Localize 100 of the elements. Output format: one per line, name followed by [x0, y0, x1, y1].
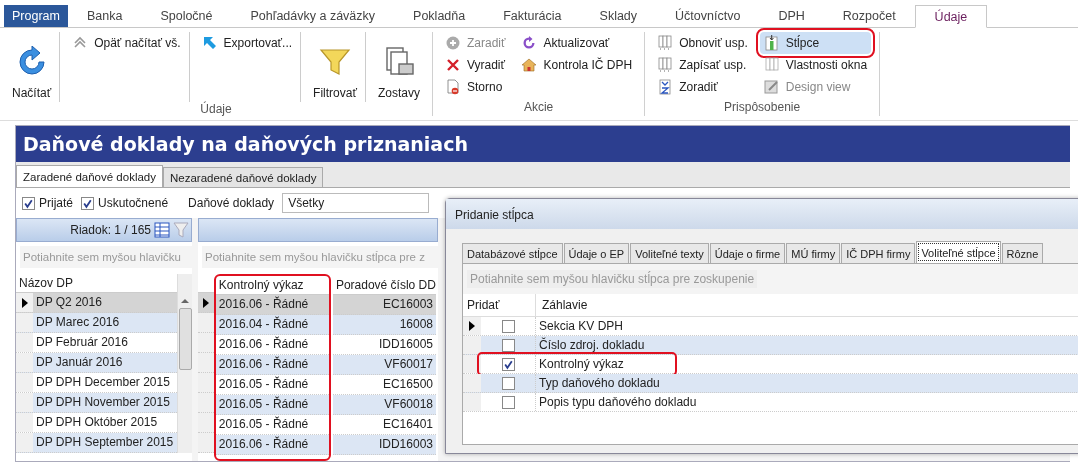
table-cell: 2016.05 - Řádné [215, 395, 329, 415]
table-cell-text: DP Február 2016 [35, 334, 128, 351]
scroll-up-icon[interactable] [181, 298, 189, 304]
tab[interactable]: Voliteľné texty [630, 243, 709, 263]
table-row[interactable]: DP Q2 2016 [16, 293, 177, 313]
group-panel: Potiahnite sem myšou hlavičku stĺpca pre z [202, 246, 438, 268]
columns-icon [657, 35, 674, 51]
ribbon-button[interactable]: Opäť načítať vš. [68, 32, 185, 54]
column-icon [763, 35, 780, 51]
table-cell-text: DP Q2 2016 [35, 294, 102, 311]
ribbon-tab[interactable]: Banka [67, 5, 142, 27]
columns-icon [657, 57, 674, 73]
table-cell-text: DP DPH September 2015 [35, 434, 174, 451]
checkbox-label: Uskutočnené [98, 196, 169, 210]
filter-icon[interactable] [173, 222, 189, 238]
document-icon [444, 79, 461, 95]
group-label: Prispôsobenie [723, 100, 802, 116]
tab[interactable]: Nezaradené daňové doklady [163, 167, 324, 187]
ribbon-button[interactable]: Načítať [8, 34, 56, 102]
checkbox[interactable] [22, 196, 35, 210]
tab[interactable]: Rôzne [1001, 243, 1044, 263]
checkbox[interactable] [501, 357, 515, 371]
tab[interactable]: Databázové stĺpce [462, 243, 563, 263]
ribbon-button[interactable]: Exportovať... [197, 32, 297, 54]
column-header[interactable]: Pridať [463, 294, 536, 316]
column-header[interactable]: Záhlavie [536, 294, 588, 316]
table-cell: 2016.06 - Řádné [215, 435, 329, 455]
table-cell: IDD16003 [332, 435, 436, 455]
table-cell-text: Typ daňového dokladu [538, 375, 660, 392]
window-title: Daňové doklady na daňových priznaniach [16, 126, 1070, 162]
row-indicator-icon [469, 321, 475, 331]
table-cell: 2016.06 - Řádné [215, 355, 329, 375]
table-cell-text: DP Marec 2016 [35, 314, 120, 331]
scrollbar[interactable] [177, 274, 192, 453]
tab[interactable]: IČ DPH firmy [841, 243, 916, 263]
table-cell-text: Kontrolný výkaz [538, 356, 624, 373]
checkbox[interactable] [501, 338, 515, 352]
field-label: Daňové doklady [188, 196, 275, 210]
ribbon-tab[interactable]: Pokladňa [394, 5, 485, 27]
group-panel: Potiahnite sem myšou hlavičku [20, 246, 192, 268]
table-row[interactable]: DP DPH November 2015 [16, 393, 177, 413]
table-cell-text: Popis typu daňového dokladu [538, 394, 697, 411]
house-icon [521, 57, 538, 73]
ribbon-tab[interactable]: Rozpočet [823, 5, 915, 27]
tab[interactable]: Údaje o firme [709, 243, 786, 263]
group-label: Údaje [199, 102, 233, 116]
table-cell-text: DP Január 2016 [35, 354, 123, 371]
checkbox[interactable] [501, 319, 515, 333]
table-row[interactable]: DP Január 2016 [16, 353, 177, 373]
ribbon-button[interactable]: Aktualizovať [517, 32, 637, 54]
row-header[interactable] [463, 317, 481, 335]
row-indicator-icon [202, 297, 209, 308]
scroll-thumb[interactable] [178, 308, 192, 370]
table-cell-text: DP DPH December 2015 [35, 374, 170, 391]
ribbon-tab[interactable]: Údaje [914, 5, 988, 28]
tab[interactable]: Údaje o EP [563, 243, 630, 263]
row-header[interactable] [198, 293, 214, 313]
ribbon-button[interactable]: Filtrovať [309, 34, 361, 102]
table-cell: VF60018 [332, 395, 436, 415]
ribbon-tab[interactable]: Sklady [580, 5, 657, 27]
ribbon-tab[interactable]: DPH [759, 5, 824, 27]
table-cell: 2016.04 - Řádné [215, 315, 329, 335]
ribbon-button[interactable]: Zoradiť [653, 76, 752, 98]
ribbon-tab[interactable]: Účtovníctvo [656, 5, 760, 27]
table-cell: 2016.06 - Řádné [215, 295, 329, 315]
tab[interactable]: Voliteľné stĺpce [916, 241, 1001, 263]
table-cell-text: Číslo zdroj. dokladu [538, 336, 645, 354]
ribbon-button[interactable]: Storno [440, 76, 510, 98]
ribbon-button[interactable]: Zapísať usp. [653, 54, 752, 76]
group-panel: Potiahnite sem myšou hlavičku stĺpca pre zoskupenie [467, 270, 758, 288]
table-row[interactable]: DP DPH September 2015 [16, 433, 177, 453]
file-menu-tab[interactable]: Program [4, 5, 68, 27]
dropdown-field[interactable]: Všetky [282, 193, 430, 213]
filter-icon [319, 46, 351, 78]
table-cell-text: DP DPH Október 2015 [35, 414, 158, 431]
checkbox[interactable] [501, 395, 515, 409]
ribbon-button[interactable]: Vyradiť [440, 54, 510, 76]
checkbox[interactable] [501, 376, 515, 390]
arrow-icon [201, 35, 218, 51]
ribbon-button[interactable]: Kontrola IČ DPH [517, 54, 637, 76]
table-row[interactable]: DP Marec 2016 [16, 313, 177, 333]
tab[interactable]: MÚ firmy [786, 243, 841, 263]
plus-circle-icon [444, 35, 461, 51]
group-label: Akcie [522, 100, 555, 116]
ribbon-button[interactable]: Zostavy [373, 34, 424, 102]
ribbon-tab[interactable]: Fakturácia [484, 5, 581, 27]
table-cell-text: DP DPH November 2015 [35, 394, 170, 411]
edit-icon [763, 79, 780, 95]
table-cell: 16008 [332, 315, 436, 335]
ribbon-button[interactable]: Vlastnosti okna [759, 54, 872, 76]
table-cell: EC16003 [332, 295, 436, 315]
checkbox[interactable] [81, 196, 94, 210]
grid-icon[interactable] [154, 222, 170, 238]
table-cell-text: Sekcia KV DPH [538, 318, 624, 335]
ribbon-tab[interactable]: Pohľadávky a záväzky [231, 5, 395, 27]
sort-icon [657, 79, 674, 95]
table-cell: VF60017 [332, 355, 436, 375]
tab[interactable]: Zaradené daňové doklady [16, 165, 163, 187]
ribbon-button[interactable]: Obnoviť usp. [653, 32, 752, 54]
ribbon-tab[interactable]: Spoločné [141, 5, 232, 27]
